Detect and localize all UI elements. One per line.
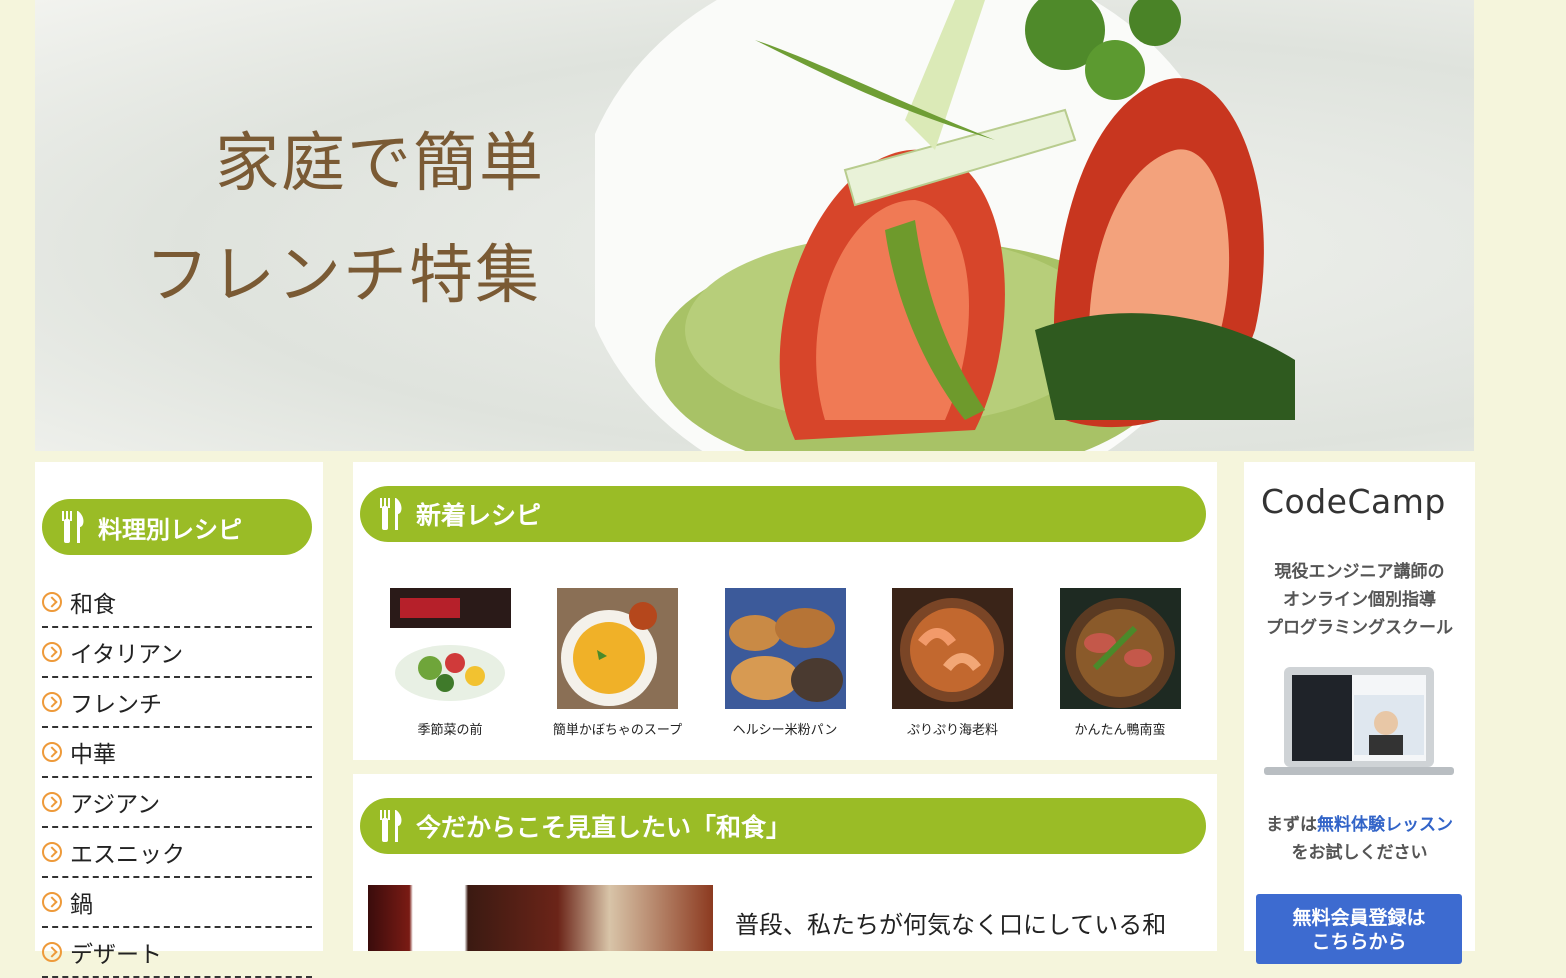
recipe-thumbnail [557,588,678,709]
recipe-card[interactable]: ぷりぷり海老料 [888,588,1018,738]
hero-title: 家庭で簡単 フレンチ特集 [145,108,545,332]
recipe-card[interactable]: 簡単かぼちゃのスープ [553,588,683,738]
recipe-caption: ヘルシー米粉パン [732,723,838,738]
new-recipes-heading-label: 新着レシピ [416,501,542,530]
hero-title-line1: 家庭で簡単 [215,127,545,201]
washoku-feature-heading-label: 今だからこそ見直したい「和食」 [416,813,792,842]
chevron-right-circle-icon [42,592,62,612]
codecamp-logo: CodeCamp [1261,482,1446,521]
category-label: アジアン [70,792,161,818]
category-item-chinese[interactable]: 中華 [42,728,312,778]
hero-title-line2: フレンチ特集 [145,239,541,313]
fork-knife-icon [378,498,404,530]
hero-banner: 家庭で簡単 フレンチ特集 [35,0,1474,451]
category-item-italian[interactable]: イタリアン [42,628,312,678]
recipe-caption: ぷりぷり海老料 [906,723,998,738]
recipe-thumbnail [389,588,511,709]
chevron-right-circle-icon [42,892,62,912]
washoku-feature-section: 今だからこそ見直したい「和食」 普段、私たちが何気なく口にしている和 [353,774,1217,951]
chevron-right-circle-icon [42,642,62,662]
hero-dish-image [595,0,1295,451]
recipe-thumbnail [1059,588,1181,709]
category-label: エスニック [70,842,185,868]
category-label: 和食 [70,592,116,618]
category-label: フレンチ [70,692,162,718]
category-label: デザート [70,942,162,968]
laptop-illustration [1264,667,1454,775]
recipe-list: 季節菜の前 簡単かぼちゃのスープ ヘルシー米粉パン ぷりぷり海老料 かんたん鴨南… [385,588,1185,738]
recipe-caption: かんたん鴨南蛮 [1074,723,1166,738]
fork-knife-icon [378,810,404,842]
category-list: 和食 イタリアン フレンチ 中華 アジアン エスニック 鍋 デザート [42,578,312,978]
sidebar-heading-label: 料理別レシピ [98,515,242,544]
recipe-caption: 簡単かぼちゃのスープ [552,723,683,738]
category-item-ethnic[interactable]: エスニック [42,828,312,878]
sidebar: 料理別レシピ 和食 イタリアン フレンチ 中華 アジアン エスニック 鍋 デザー… [35,462,323,978]
washoku-feature-heading: 今だからこそ見直したい「和食」 [360,798,1206,854]
chevron-right-circle-icon [42,742,62,762]
recipe-caption: 季節菜の前 [417,723,483,738]
category-label: 中華 [70,742,116,768]
ad-cta-text: まずは無料体験レッスン をお試しください [1266,815,1453,863]
chevron-right-circle-icon [42,942,62,962]
recipe-card[interactable]: ヘルシー米粉パン [720,588,850,738]
category-item-dessert[interactable]: デザート [42,928,312,978]
ad-tagline: 現役エンジニア講師の オンライン個別指導 プログラミングスクール [1266,562,1453,638]
sidebar-heading: 料理別レシピ [42,499,312,555]
category-item-washoku[interactable]: 和食 [42,578,312,628]
chevron-right-circle-icon [42,842,62,862]
recipe-card[interactable]: かんたん鴨南蛮 [1055,588,1185,738]
chevron-up-icon: a [1371,482,1392,521]
free-signup-button[interactable]: 無料会員登録は こちらから [1256,894,1462,964]
washoku-feature-image [368,885,713,951]
chevron-right-circle-icon [42,792,62,812]
fork-knife-icon [60,511,86,543]
recipe-thumbnail [892,588,1013,709]
codecamp-ad[interactable]: CodeCamp 現役エンジニア講師の オンライン個別指導 プログラミングスクー… [1244,462,1475,964]
recipe-card[interactable]: 季節菜の前 [385,588,515,738]
new-recipes-section: 新着レシピ 季節菜の前 簡単かぼちゃのスープ ヘルシー米粉パン ぷりぷり海老料 … [353,462,1217,760]
category-label: 鍋 [70,892,93,918]
chevron-right-circle-icon [42,692,62,712]
new-recipes-heading: 新着レシピ [360,486,1206,542]
category-label: イタリアン [70,642,184,668]
washoku-feature-text: 普段、私たちが何気なく口にしている和 [735,911,1167,939]
category-item-nabe[interactable]: 鍋 [42,878,312,928]
category-item-asian[interactable]: アジアン [42,778,312,828]
category-item-french[interactable]: フレンチ [42,678,312,728]
recipe-thumbnail [724,588,846,709]
